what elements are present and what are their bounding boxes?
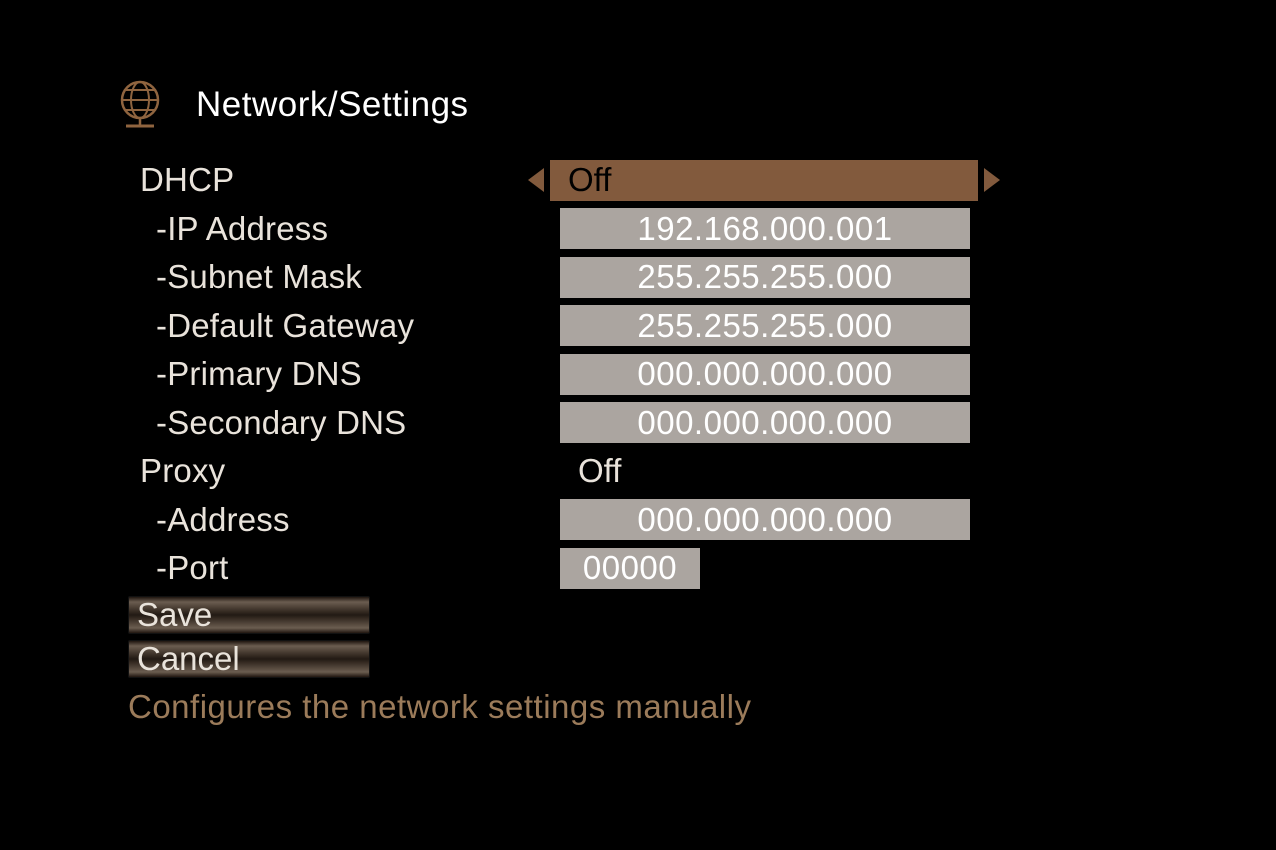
chevron-left-icon[interactable] <box>528 168 544 192</box>
save-button[interactable]: Save <box>128 596 370 634</box>
label-primary-dns: -Primary DNS <box>134 355 550 393</box>
proxy-value: Off <box>550 452 621 490</box>
row-dhcp[interactable]: DHCP Off <box>134 156 978 205</box>
page-title: Network/Settings <box>196 87 469 122</box>
row-proxy-port[interactable]: -Port 00000 <box>134 544 978 593</box>
primary-dns-input[interactable]: 000.000.000.000 <box>560 354 970 395</box>
label-subnet-mask: -Subnet Mask <box>134 258 550 296</box>
row-ip-address[interactable]: -IP Address 192.168.000.001 <box>134 205 978 254</box>
label-proxy-address: -Address <box>134 501 550 539</box>
row-subnet-mask[interactable]: -Subnet Mask 255.255.255.000 <box>134 253 978 302</box>
proxy-address-input[interactable]: 000.000.000.000 <box>560 499 970 540</box>
page-header: Network/Settings <box>112 76 469 132</box>
label-proxy: Proxy <box>134 452 550 490</box>
default-gateway-input[interactable]: 255.255.255.000 <box>560 305 970 346</box>
proxy-port-input[interactable]: 00000 <box>560 548 700 589</box>
secondary-dns-input[interactable]: 000.000.000.000 <box>560 402 970 443</box>
label-dhcp: DHCP <box>134 161 550 199</box>
ip-address-input[interactable]: 192.168.000.001 <box>560 208 970 249</box>
subnet-mask-input[interactable]: 255.255.255.000 <box>560 257 970 298</box>
chevron-right-icon[interactable] <box>984 168 1000 192</box>
hint-text: Configures the network settings manually <box>128 688 751 726</box>
globe-icon <box>112 76 168 132</box>
action-buttons: Save Cancel <box>128 596 370 684</box>
row-secondary-dns[interactable]: -Secondary DNS 000.000.000.000 <box>134 399 978 448</box>
cancel-button[interactable]: Cancel <box>128 640 370 678</box>
settings-list: DHCP Off -IP Address 192.168.000.001 -Su… <box>134 156 978 593</box>
row-proxy[interactable]: Proxy Off <box>134 447 978 496</box>
dhcp-value: Off <box>568 161 611 199</box>
row-proxy-address[interactable]: -Address 000.000.000.000 <box>134 496 978 545</box>
row-primary-dns[interactable]: -Primary DNS 000.000.000.000 <box>134 350 978 399</box>
label-ip-address: -IP Address <box>134 210 550 248</box>
label-default-gateway: -Default Gateway <box>134 307 550 345</box>
label-secondary-dns: -Secondary DNS <box>134 404 550 442</box>
dhcp-selector[interactable]: Off <box>550 160 978 201</box>
row-default-gateway[interactable]: -Default Gateway 255.255.255.000 <box>134 302 978 351</box>
label-proxy-port: -Port <box>134 549 550 587</box>
